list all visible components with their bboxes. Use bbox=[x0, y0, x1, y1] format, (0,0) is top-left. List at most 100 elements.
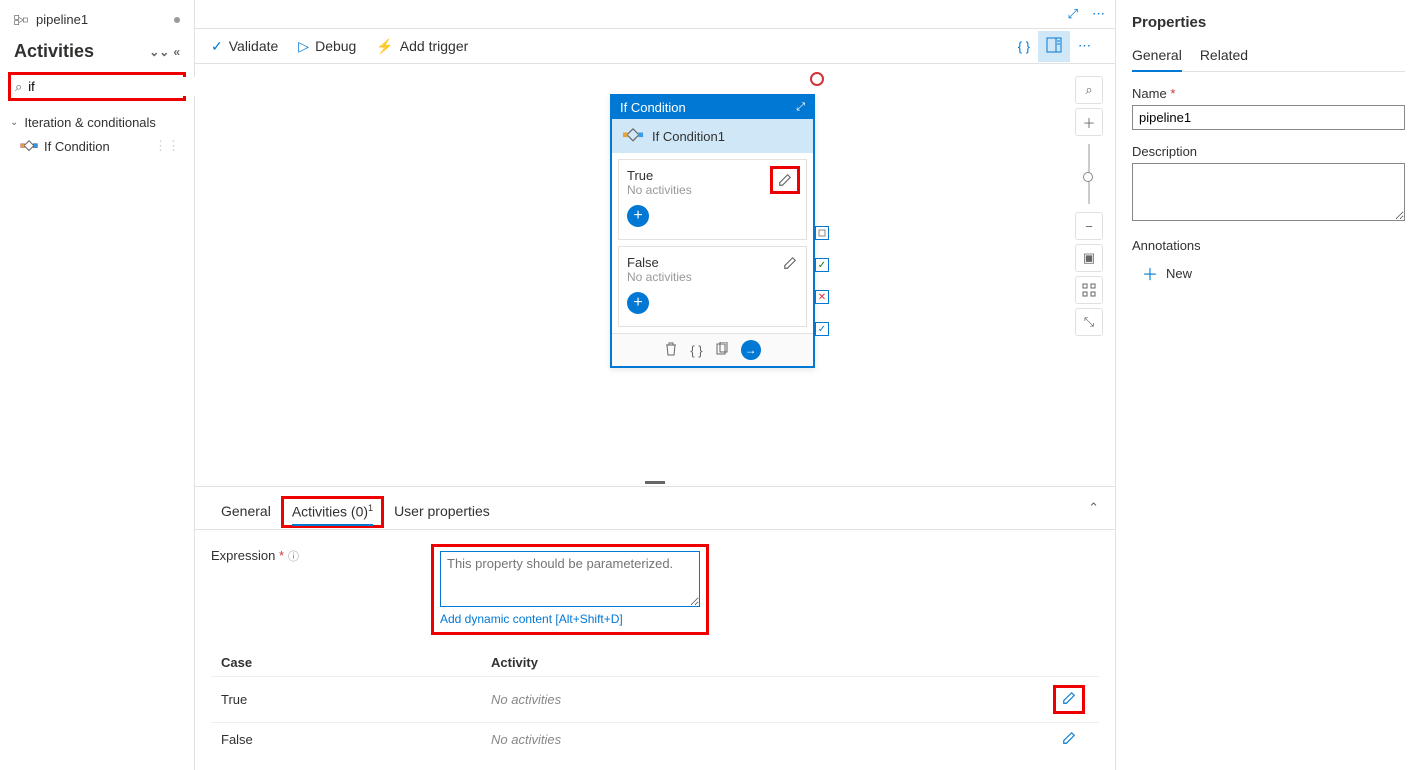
rtab-related[interactable]: Related bbox=[1200, 41, 1248, 71]
delete-node-button[interactable] bbox=[664, 342, 678, 359]
properties-tabs: General Related bbox=[1132, 41, 1405, 72]
description-input[interactable] bbox=[1132, 163, 1405, 221]
connector-failure[interactable]: ✕ bbox=[815, 290, 829, 304]
unsaved-indicator bbox=[174, 17, 180, 23]
collapse-canvas-button[interactable]: ⤡ bbox=[1075, 308, 1103, 336]
case-true: True bbox=[221, 692, 491, 707]
activity-label: If Condition bbox=[44, 139, 110, 154]
if-condition-node[interactable]: If Condition ⤢ If Condition1 True No act… bbox=[610, 94, 815, 368]
validate-label: Validate bbox=[229, 38, 279, 54]
canvas-search-button[interactable]: ⌕ bbox=[1075, 76, 1103, 104]
zoom-in-button[interactable]: ＋ bbox=[1075, 108, 1103, 136]
pencil-icon bbox=[778, 173, 792, 187]
pipeline-toolbar: ✓ Validate ▷ Debug ⚡ Add trigger { } ⋯ bbox=[195, 29, 1115, 64]
pipeline-name: pipeline1 bbox=[36, 12, 88, 27]
if-condition-icon bbox=[20, 139, 38, 153]
expand-node-icon[interactable]: ⤢ bbox=[796, 101, 805, 114]
editor-tab-bar: ⤢ ⋯ bbox=[195, 0, 1115, 29]
pencil-icon bbox=[783, 256, 797, 270]
debug-button[interactable]: ▷ Debug bbox=[298, 38, 356, 55]
debug-label: Debug bbox=[315, 38, 356, 54]
properties-toggle-button[interactable] bbox=[1038, 31, 1070, 62]
edit-true-branch-button[interactable] bbox=[770, 166, 800, 194]
plus-icon: ＋ bbox=[1142, 261, 1158, 285]
false-branch: False No activities + bbox=[618, 246, 807, 327]
play-icon: ▷ bbox=[298, 38, 309, 55]
add-trigger-label: Add trigger bbox=[400, 38, 468, 54]
table-row: True No activities bbox=[211, 676, 1099, 722]
node-footer: { } → bbox=[612, 333, 813, 366]
name-label: Name * bbox=[1132, 86, 1405, 101]
activity-header: Activity bbox=[491, 655, 1049, 670]
info-icon[interactable]: ⓘ bbox=[288, 551, 299, 563]
code-view-button[interactable]: { } bbox=[1010, 33, 1038, 60]
zoom-handle[interactable] bbox=[1083, 172, 1093, 182]
node-code-button[interactable]: { } bbox=[690, 343, 702, 358]
search-icon: ⌕ bbox=[15, 79, 22, 95]
zoom-slider[interactable] bbox=[1088, 144, 1090, 204]
add-false-activity-button[interactable]: + bbox=[627, 292, 649, 314]
validate-button[interactable]: ✓ Validate bbox=[211, 38, 278, 55]
expression-input[interactable] bbox=[440, 551, 700, 607]
pipeline-canvas[interactable]: ⌕ ＋ − ▣ ⤡ If Condition ⤢ If Condit bbox=[195, 64, 1115, 479]
edit-false-branch-button[interactable] bbox=[780, 253, 800, 273]
fit-screen-button[interactable]: ▣ bbox=[1075, 244, 1103, 272]
toolbar-more-button[interactable]: ⋯ bbox=[1070, 32, 1099, 60]
new-annotation-button[interactable]: ＋ New bbox=[1132, 261, 1405, 285]
case-false: False bbox=[221, 732, 491, 747]
pipeline-tab[interactable]: pipeline1 bbox=[8, 8, 186, 31]
new-label: New bbox=[1166, 266, 1192, 281]
connector-completion[interactable]: ✓ bbox=[815, 322, 829, 336]
add-dynamic-content-link[interactable]: Add dynamic content [Alt+Shift+D] bbox=[440, 612, 700, 626]
check-icon: ✓ bbox=[211, 38, 223, 55]
panel-splitter[interactable] bbox=[195, 479, 1115, 486]
auto-layout-button[interactable] bbox=[1075, 276, 1103, 304]
drag-grip-icon: ⋮⋮ bbox=[154, 138, 180, 154]
case-true-activity: No activities bbox=[491, 692, 1049, 707]
false-branch-label: False bbox=[627, 255, 798, 270]
false-branch-status: No activities bbox=[627, 270, 798, 284]
table-row: False No activities bbox=[211, 722, 1099, 756]
tab-activities[interactable]: Activities (0)1 bbox=[281, 496, 384, 529]
annotations-label: Annotations bbox=[1132, 238, 1405, 253]
trigger-icon: ⚡ bbox=[376, 38, 393, 55]
node-header[interactable]: If Condition ⤢ bbox=[612, 96, 813, 119]
node-connectors: ✓ ✕ ✓ bbox=[815, 226, 829, 336]
connector-success[interactable]: ✓ bbox=[815, 258, 829, 272]
canvas-tools: ⌕ ＋ − ▣ ⤡ bbox=[1075, 76, 1103, 336]
copy-node-button[interactable] bbox=[715, 342, 729, 359]
category-iteration-conditionals[interactable]: ⌄ Iteration & conditionals bbox=[8, 111, 186, 134]
node-type-label: If Condition bbox=[620, 100, 686, 115]
name-input[interactable] bbox=[1132, 105, 1405, 130]
collapse-config-button[interactable]: ⌃ bbox=[1088, 500, 1099, 524]
description-label: Description bbox=[1132, 144, 1405, 159]
collapse-panel-icon[interactable]: « bbox=[173, 45, 180, 59]
properties-icon bbox=[1046, 37, 1062, 53]
true-branch: True No activities + bbox=[618, 159, 807, 240]
tab-general[interactable]: General bbox=[211, 495, 281, 529]
category-label: Iteration & conditionals bbox=[24, 115, 156, 130]
case-table: Case Activity True No activities False N… bbox=[211, 649, 1099, 756]
edit-false-case-button[interactable] bbox=[1062, 731, 1076, 748]
activity-if-condition[interactable]: If Condition ⋮⋮ bbox=[8, 134, 186, 158]
validation-warning-icon bbox=[810, 72, 824, 86]
more-icon[interactable]: ⋯ bbox=[1092, 6, 1105, 22]
if-condition-icon bbox=[622, 127, 644, 145]
edit-true-case-button[interactable] bbox=[1053, 685, 1085, 714]
collapse-all-icon[interactable]: ⌄⌄ bbox=[149, 45, 169, 59]
add-true-activity-button[interactable]: + bbox=[627, 205, 649, 227]
expression-label: Expression *ⓘ bbox=[211, 544, 411, 564]
zoom-out-button[interactable]: − bbox=[1075, 212, 1103, 240]
activities-panel: pipeline1 Activities ⌄⌄ « ⌕ ⌄ Iteration … bbox=[0, 0, 195, 770]
node-title-bar[interactable]: If Condition1 bbox=[612, 119, 813, 153]
activities-title: Activities bbox=[14, 41, 94, 62]
properties-panel: Properties General Related Name * Descri… bbox=[1116, 0, 1421, 770]
rtab-general[interactable]: General bbox=[1132, 41, 1182, 71]
add-trigger-button[interactable]: ⚡ Add trigger bbox=[376, 38, 468, 55]
activities-search[interactable]: ⌕ bbox=[8, 72, 186, 101]
connector-gray[interactable] bbox=[815, 226, 829, 240]
expand-icon[interactable]: ⤢ bbox=[1068, 6, 1078, 22]
tab-user-properties[interactable]: User properties bbox=[384, 495, 500, 529]
node-go-button[interactable]: → bbox=[741, 340, 761, 360]
search-input[interactable] bbox=[26, 77, 206, 96]
